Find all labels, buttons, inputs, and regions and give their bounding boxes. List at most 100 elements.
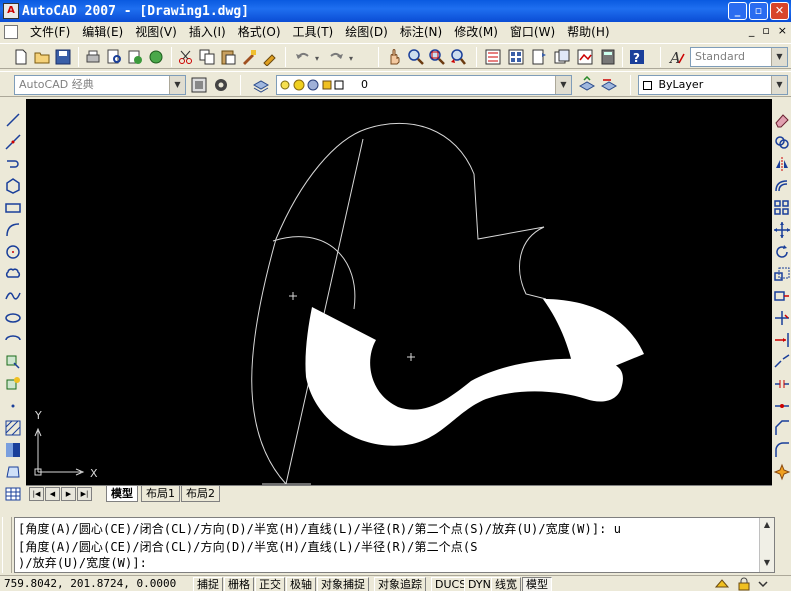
- paste-icon[interactable]: [219, 48, 237, 66]
- array-icon[interactable]: [773, 199, 791, 217]
- tab-layout1[interactable]: 布局1: [141, 486, 180, 502]
- rectangle-icon[interactable]: [4, 199, 22, 217]
- ellipse-arc-icon[interactable]: [4, 331, 22, 349]
- last-tab-button[interactable]: ▶|: [77, 487, 92, 501]
- scroll-up-icon[interactable]: ▲: [760, 518, 774, 532]
- layer-properties-icon[interactable]: [252, 76, 270, 94]
- chamfer-icon[interactable]: [773, 419, 791, 437]
- designer-icon[interactable]: [147, 48, 165, 66]
- scroll-down-icon[interactable]: ▼: [760, 556, 774, 570]
- otrack-toggle[interactable]: 对象追踪: [374, 577, 426, 591]
- text-style-icon[interactable]: A: [668, 48, 686, 66]
- hatch-icon[interactable]: [4, 419, 22, 437]
- zoom-previous-icon[interactable]: [449, 48, 467, 66]
- match-properties-icon[interactable]: [240, 48, 258, 66]
- doc-minimize-button[interactable]: _: [749, 24, 755, 37]
- command-window-grip[interactable]: [2, 517, 12, 573]
- menu-tools[interactable]: 工具(T): [287, 22, 340, 42]
- tab-layout2[interactable]: 布局2: [181, 486, 220, 502]
- revision-cloud-icon[interactable]: [4, 265, 22, 283]
- coordinate-readout[interactable]: 759.8042, 201.8724, 0.0000: [4, 577, 176, 590]
- chevron-down-icon[interactable]: ▼: [169, 76, 185, 94]
- spline-icon[interactable]: [4, 287, 22, 305]
- scale-icon[interactable]: [773, 265, 791, 283]
- next-tab-button[interactable]: ▶: [61, 487, 76, 501]
- pan-icon[interactable]: [386, 48, 404, 66]
- erase-icon[interactable]: [773, 111, 791, 129]
- menu-format[interactable]: 格式(O): [232, 22, 287, 42]
- new-icon[interactable]: [12, 48, 30, 66]
- arc-icon[interactable]: [4, 221, 22, 239]
- publish-icon[interactable]: [126, 48, 144, 66]
- polyline-icon[interactable]: [4, 155, 22, 173]
- gradient-icon[interactable]: [4, 441, 22, 459]
- lineweight-toggle[interactable]: 线宽: [491, 577, 521, 591]
- insert-block-icon[interactable]: [4, 353, 22, 371]
- plot-preview-icon[interactable]: [105, 48, 123, 66]
- menu-edit[interactable]: 编辑(E): [76, 22, 129, 42]
- previous-tab-button[interactable]: ◀: [45, 487, 60, 501]
- plot-icon[interactable]: [84, 48, 102, 66]
- command-scrollbar[interactable]: ▲ ▼: [759, 518, 774, 572]
- sheet-set-icon[interactable]: [553, 48, 571, 66]
- stretch-icon[interactable]: [773, 287, 791, 305]
- move-icon[interactable]: [773, 221, 791, 239]
- undo-icon[interactable]: ▾: [293, 48, 323, 66]
- menu-draw[interactable]: 绘图(D): [339, 22, 394, 42]
- lock-icon[interactable]: [736, 577, 752, 591]
- grid-toggle[interactable]: 栅格: [224, 577, 254, 591]
- doc-close-button[interactable]: ×: [778, 24, 787, 37]
- menu-modify[interactable]: 修改(M): [448, 22, 504, 42]
- point-icon[interactable]: [4, 397, 22, 415]
- workspace-settings-icon[interactable]: [190, 76, 208, 94]
- polygon-icon[interactable]: [4, 177, 22, 195]
- menu-view[interactable]: 视图(V): [129, 22, 183, 42]
- properties-icon[interactable]: [484, 48, 502, 66]
- minimize-button[interactable]: _: [728, 2, 747, 20]
- save-icon[interactable]: [54, 48, 72, 66]
- tool-palettes-icon[interactable]: [530, 48, 548, 66]
- communication-center-icon[interactable]: [714, 577, 730, 591]
- cut-icon[interactable]: [177, 48, 195, 66]
- explode-icon[interactable]: [773, 463, 791, 481]
- first-tab-button[interactable]: |◀: [29, 487, 44, 501]
- design-center-icon[interactable]: [507, 48, 525, 66]
- line-icon[interactable]: [4, 111, 22, 129]
- restore-button[interactable]: ▫: [749, 2, 768, 20]
- break-icon[interactable]: [773, 375, 791, 393]
- open-icon[interactable]: [33, 48, 51, 66]
- command-prompt-line-2[interactable]: )/放弃(U)/宽度(W)]:: [18, 554, 147, 571]
- make-block-icon[interactable]: [4, 375, 22, 393]
- region-icon[interactable]: [4, 463, 22, 481]
- ellipse-icon[interactable]: [4, 309, 22, 327]
- menu-help[interactable]: 帮助(H): [561, 22, 615, 42]
- polar-toggle[interactable]: 极轴: [286, 577, 316, 591]
- tab-model[interactable]: 模型: [106, 486, 138, 502]
- mirror-icon[interactable]: [773, 155, 791, 173]
- construction-line-icon[interactable]: [4, 133, 22, 151]
- block-editor-icon[interactable]: [261, 48, 279, 66]
- menu-window[interactable]: 窗口(W): [504, 22, 561, 42]
- scroll-track[interactable]: [760, 532, 774, 556]
- document-icon[interactable]: [4, 25, 18, 39]
- layer-previous-icon[interactable]: [600, 76, 618, 94]
- doc-restore-button[interactable]: ▫: [762, 24, 769, 37]
- close-button[interactable]: ✕: [770, 2, 789, 20]
- offset-icon[interactable]: [773, 177, 791, 195]
- osnap-toggle[interactable]: 对象捕捉: [317, 577, 369, 591]
- model-toggle[interactable]: 模型: [522, 577, 552, 591]
- calculator-icon[interactable]: [599, 48, 617, 66]
- zoom-window-icon[interactable]: [428, 48, 446, 66]
- table-icon[interactable]: [4, 485, 22, 503]
- fillet-icon[interactable]: [773, 441, 791, 459]
- menu-insert[interactable]: 插入(I): [183, 22, 232, 42]
- help-icon[interactable]: ?: [628, 48, 646, 66]
- redo-icon[interactable]: ▾: [327, 48, 357, 66]
- circle-icon[interactable]: [4, 243, 22, 261]
- gear-icon[interactable]: [212, 76, 230, 94]
- rotate-icon[interactable]: [773, 243, 791, 261]
- copy-object-icon[interactable]: [773, 133, 791, 151]
- layer-combo[interactable]: 0 ▼: [276, 75, 572, 95]
- zoom-realtime-icon[interactable]: [407, 48, 425, 66]
- snap-toggle[interactable]: 捕捉: [193, 577, 223, 591]
